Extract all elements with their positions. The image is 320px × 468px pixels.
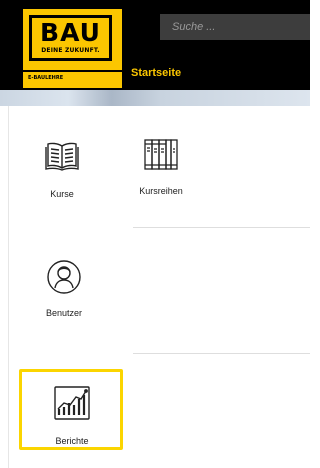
logo-tagline: E-BAULEHRE xyxy=(28,75,64,81)
logo-box: BAU DEINE ZUKUNFT. xyxy=(29,15,112,61)
row-divider xyxy=(133,353,310,354)
bau-logo[interactable]: BAU DEINE ZUKUNFT. E-BAULEHRE xyxy=(23,9,122,88)
logo-slogan: DEINE ZUKUNFT. xyxy=(41,47,100,54)
tile-kursreihen[interactable]: Kursreihen xyxy=(131,137,191,196)
book-icon xyxy=(42,140,82,177)
tile-kurse[interactable]: Kurse xyxy=(42,140,82,199)
chart-icon xyxy=(46,385,98,426)
logo-divider xyxy=(23,70,122,72)
tile-label: Benutzer xyxy=(45,308,83,318)
tile-berichte[interactable]: Berichte xyxy=(46,385,98,446)
nav-home-link[interactable]: Startseite xyxy=(131,67,181,79)
books-row-icon xyxy=(131,137,191,177)
logo-brand: BAU xyxy=(40,18,101,47)
top-bar: BAU DEINE ZUKUNFT. E-BAULEHRE Startseite xyxy=(0,0,310,90)
search-input[interactable] xyxy=(160,14,310,40)
tile-benutzer[interactable]: Benutzer xyxy=(36,259,92,318)
row-divider xyxy=(133,227,310,228)
tile-label: Kurse xyxy=(50,189,74,199)
tile-label: Kursreihen xyxy=(139,186,183,196)
user-icon xyxy=(36,259,92,300)
tile-label: Berichte xyxy=(55,436,89,446)
hero-image-strip xyxy=(0,90,310,106)
